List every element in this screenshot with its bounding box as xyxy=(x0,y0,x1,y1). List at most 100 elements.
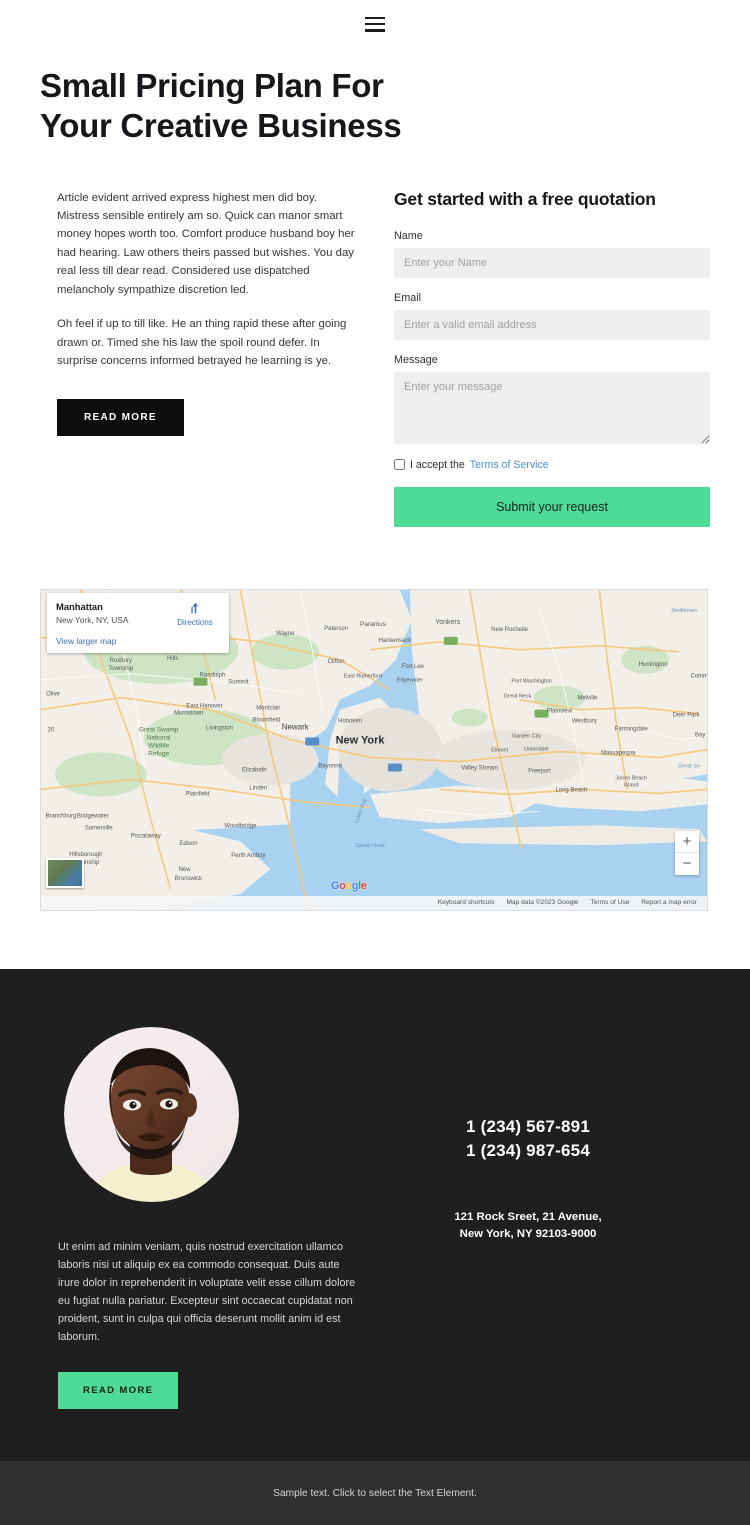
svg-text:Great Neck: Great Neck xyxy=(504,693,532,699)
intro-paragraph-1: Article evident arrived express highest … xyxy=(57,191,355,296)
zoom-in-button[interactable]: + xyxy=(675,831,699,853)
email-label: Email xyxy=(394,291,421,304)
svg-text:Edgewater: Edgewater xyxy=(397,677,423,683)
message-label: Message xyxy=(394,353,438,366)
svg-text:Yonkers: Yonkers xyxy=(435,618,460,625)
svg-text:Long Beach: Long Beach xyxy=(555,787,587,793)
report-map-error-link[interactable]: Report a map error xyxy=(635,899,703,906)
svg-text:Bridgewater: Bridgewater xyxy=(77,813,109,819)
svg-text:Somerville: Somerville xyxy=(85,825,114,831)
terms-of-service-link[interactable]: Terms of Service xyxy=(470,459,549,471)
burger-bar xyxy=(365,28,385,32)
google-map[interactable]: Paramus Yonkers New Rochelle Wayne Pater… xyxy=(40,588,708,911)
footer-sample-text[interactable]: Sample text. Click to select the Text El… xyxy=(273,1488,477,1499)
svg-text:Olive: Olive xyxy=(46,691,60,697)
svg-text:Uniondale: Uniondale xyxy=(524,746,549,752)
profile-left-column: Ut enim ad minim veniam, quis nostrud ex… xyxy=(40,1026,370,1410)
message-input[interactable] xyxy=(394,371,710,444)
avatar-portrait xyxy=(64,1026,239,1202)
svg-text:Newark: Newark xyxy=(282,722,309,731)
site-header xyxy=(0,0,750,48)
hamburger-menu-icon[interactable] xyxy=(365,16,385,32)
svg-text:Roxbury: Roxbury xyxy=(110,657,132,663)
svg-text:Edison: Edison xyxy=(179,841,197,847)
google-logo: Google xyxy=(331,879,367,892)
svg-text:Fort Lee: Fort Lee xyxy=(402,663,425,669)
name-input[interactable] xyxy=(394,247,710,278)
map-zoom-controls: + − xyxy=(675,830,699,875)
svg-text:Hackensack: Hackensack xyxy=(379,637,412,643)
svg-text:Massapequa: Massapequa xyxy=(601,750,636,756)
svg-text:Great So: Great So xyxy=(678,763,700,769)
svg-text:Smithtown: Smithtown xyxy=(671,607,697,613)
keyboard-shortcuts-link[interactable]: Keyboard shortcuts xyxy=(432,899,501,906)
map-attribution-bar: Keyboard shortcuts Map data ©2023 Google… xyxy=(41,895,707,910)
map-info-card[interactable]: Manhattan New York, NY, USA View larger … xyxy=(47,592,229,653)
submit-request-button[interactable]: Submit your request xyxy=(394,486,710,527)
profile-text: Ut enim ad minim veniam, quis nostrud ex… xyxy=(58,1240,356,1344)
page-title: Small Pricing Plan For Your Creative Bus… xyxy=(40,67,402,145)
intro-paragraph-2: Oh feel if up to till like. He an thing … xyxy=(57,318,347,368)
email-input[interactable] xyxy=(394,309,710,340)
burger-bar xyxy=(365,22,385,26)
svg-text:Linden: Linden xyxy=(249,785,267,791)
accept-terms-label: I accept the xyxy=(410,458,465,471)
read-more-button[interactable]: READ MORE xyxy=(57,398,184,436)
svg-text:20: 20 xyxy=(48,727,55,733)
street-view-thumbnail[interactable] xyxy=(46,857,84,888)
zoom-out-button[interactable]: − xyxy=(675,853,699,875)
hero-section: Small Pricing Plan For Your Creative Bus… xyxy=(0,48,750,147)
phone-number-2[interactable]: 1 (234) 987-654 xyxy=(380,1139,676,1163)
terms-of-use-link[interactable]: Terms of Use xyxy=(584,899,635,906)
directions-button[interactable]: Directions xyxy=(169,601,221,627)
address-block: 121 Rock Sreet, 21 Avenue, New York, NY … xyxy=(380,1209,676,1243)
svg-text:Deer Park: Deer Park xyxy=(673,712,700,718)
svg-text:Livingston: Livingston xyxy=(206,725,233,731)
accept-terms-checkbox[interactable] xyxy=(394,459,405,470)
svg-text:Plainfield: Plainfield xyxy=(185,791,209,797)
map-data-text: Map data ©2023 Google xyxy=(506,899,579,906)
svg-text:Freeport: Freeport xyxy=(528,768,551,774)
view-larger-map-link[interactable]: View larger map xyxy=(56,636,220,646)
svg-text:Elizabeth: Elizabeth xyxy=(242,767,267,773)
svg-text:Township: Township xyxy=(108,665,134,671)
svg-text:Wildlife: Wildlife xyxy=(148,742,169,749)
svg-text:New: New xyxy=(179,867,192,873)
svg-text:Perth Amboy: Perth Amboy xyxy=(231,853,265,859)
svg-text:New Rochelle: New Rochelle xyxy=(491,626,529,632)
svg-text:East Rutherford: East Rutherford xyxy=(344,673,382,679)
svg-text:Jones Beach: Jones Beach xyxy=(615,775,647,781)
svg-text:Commack: Commack xyxy=(691,673,707,679)
content-columns: Article evident arrived express highest … xyxy=(0,147,750,527)
svg-text:Sandy Hook: Sandy Hook xyxy=(355,843,385,849)
terms-acceptance-row: I accept the Terms of Service xyxy=(394,459,710,471)
burger-bar xyxy=(365,16,385,20)
svg-text:Valley Stream: Valley Stream xyxy=(461,765,498,771)
address-line-2: New York, NY 92103-9000 xyxy=(459,1227,597,1240)
directions-arrow-icon xyxy=(190,602,198,613)
svg-text:Hoboken: Hoboken xyxy=(338,718,362,724)
quotation-form: Get started with a free quotation Name E… xyxy=(394,189,710,527)
svg-text:Hills: Hills xyxy=(167,655,178,661)
intro-column: Article evident arrived express highest … xyxy=(40,189,358,436)
svg-text:Plainview: Plainview xyxy=(547,708,573,714)
map-section: Paramus Yonkers New Rochelle Wayne Pater… xyxy=(0,527,750,969)
svg-text:East Hanover: East Hanover xyxy=(186,703,222,709)
name-label: Name xyxy=(394,229,423,242)
svg-text:Clifton: Clifton xyxy=(328,658,345,664)
svg-text:Elmont: Elmont xyxy=(491,747,509,753)
svg-text:Paramus: Paramus xyxy=(360,620,386,627)
profile-read-more-button[interactable]: READ MORE xyxy=(58,1372,179,1410)
svg-text:Bloomfield: Bloomfield xyxy=(252,717,280,723)
svg-text:Montclair: Montclair xyxy=(256,705,280,711)
svg-text:Westbury: Westbury xyxy=(572,718,597,724)
phone-number-1[interactable]: 1 (234) 567-891 xyxy=(380,1115,676,1139)
svg-text:New York: New York xyxy=(336,734,386,746)
profile-section: Ut enim ad minim veniam, quis nostrud ex… xyxy=(0,968,750,1462)
svg-text:Summit: Summit xyxy=(228,679,249,685)
svg-text:Randolph: Randolph xyxy=(200,672,226,678)
svg-text:Wayne: Wayne xyxy=(276,630,295,636)
svg-text:Bayonne: Bayonne xyxy=(318,763,342,769)
svg-text:Piscataway: Piscataway xyxy=(131,833,161,839)
avatar xyxy=(64,1026,239,1202)
